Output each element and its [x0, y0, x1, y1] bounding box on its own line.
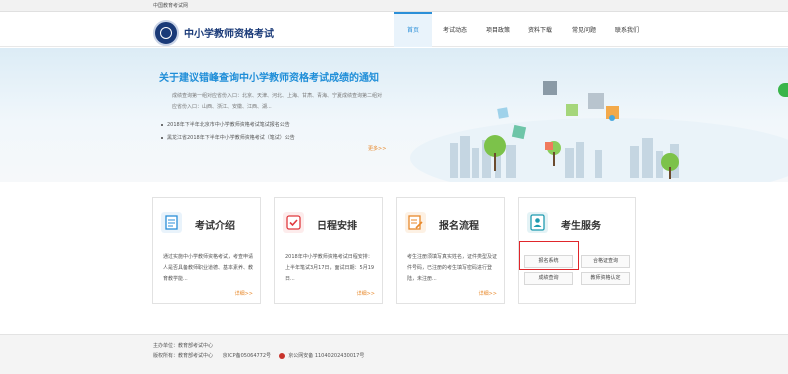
document-icon: [161, 212, 182, 233]
banner-title[interactable]: 关于建议错峰查询中小学教师资格考试成绩的通知: [159, 69, 379, 84]
card-more-link[interactable]: 详细>>: [479, 290, 497, 297]
card-title: 报名流程: [439, 221, 479, 232]
top-bar: 中国教育考试网: [0, 0, 788, 12]
nav-downloads[interactable]: 资料下载: [518, 12, 562, 47]
main-nav: 首页 考试动态 项目政策 资料下载 常见问题 联系我们: [394, 12, 648, 47]
footer-icp[interactable]: 京ICP备05064772号: [223, 353, 271, 359]
highlight-box: [519, 241, 579, 270]
banner-summary: 成绩查询第一组对应省份入口：北京、天津、河北、上海、甘肃、青海、宁夏成绩查询第二…: [172, 93, 383, 110]
card-title: 日程安排: [317, 221, 357, 232]
logo-text[interactable]: 中小学教师资格考试: [184, 25, 274, 40]
certificate-query-button[interactable]: 合格证查询: [581, 255, 630, 268]
footer-owner: 版权所有：教育部考试中心: [153, 353, 214, 359]
card-schedule[interactable]: 日程安排 2018年中小学教师资格考试日程安排：上半年笔试3月17日，面试日期：…: [274, 197, 383, 304]
notice-item[interactable]: 黑龙江省2018年下半年中小学教师资格考试（笔试）公告: [161, 134, 295, 141]
logo-emblem-icon[interactable]: [153, 20, 179, 46]
card-desc: 2018年中小学教师资格考试日程安排：上半年笔试3月17日，面试日期：5月19日…: [285, 254, 375, 282]
site-name[interactable]: 中国教育考试网: [153, 2, 188, 9]
edit-form-icon: [405, 212, 426, 233]
score-query-button[interactable]: 成绩查询: [524, 272, 573, 285]
card-more-link[interactable]: 详细>>: [357, 290, 375, 297]
user-id-icon: [527, 212, 548, 233]
nav-exam-news[interactable]: 考试动态: [432, 12, 478, 47]
qualification-recognition-button[interactable]: 教师资格认定: [581, 272, 630, 285]
banner-illustration: [410, 81, 788, 182]
card-desc: 考生注册须填写真实姓名，证件类型及证件号码，已注册的考生填写密码进行登陆，未注册…: [407, 254, 498, 282]
banner: 关于建议错峰查询中小学教师资格考试成绩的通知 成绩查询第一组对应省份入口：北京、…: [0, 48, 788, 182]
nav-policy[interactable]: 项目政策: [478, 12, 518, 47]
card-registration-flow[interactable]: 报名流程 考生注册须填写真实姓名，证件类型及证件号码，已注册的考生填写密码进行登…: [396, 197, 505, 304]
police-badge-icon: [278, 352, 285, 359]
side-float-tab[interactable]: [778, 83, 788, 97]
card-more-link[interactable]: 详细>>: [235, 290, 253, 297]
footer-organizer: 主办单位：教育部考试中心: [153, 343, 214, 349]
card-desc: 通过实施中小学教师资格考试，考查申请人是否具备教师职业道德、基本素养、教育教学能…: [163, 254, 254, 282]
footer-copyright: 版权所有：教育部考试中心 京ICP备05064772号 京公网安备 110402…: [153, 352, 364, 359]
nav-contact[interactable]: 联系我们: [606, 12, 648, 47]
card-title: 考试介绍: [195, 221, 235, 232]
checkmark-icon: [283, 212, 304, 233]
nav-home[interactable]: 首页: [394, 12, 432, 47]
card-exam-intro[interactable]: 考试介绍 通过实施中小学教师资格考试，考查申请人是否具备教师职业道德、基本素养、…: [152, 197, 261, 304]
footer: 主办单位：教育部考试中心 版权所有：教育部考试中心 京ICP备05064772号…: [0, 334, 788, 374]
notice-item[interactable]: 2018年下半年北京市中小学教师资格考试笔试报名公告: [161, 121, 290, 128]
nav-faq[interactable]: 常见问题: [562, 12, 606, 47]
card-title: 考生服务: [561, 221, 601, 232]
footer-police-record[interactable]: 京公网安备 11040202430017号: [288, 353, 364, 359]
